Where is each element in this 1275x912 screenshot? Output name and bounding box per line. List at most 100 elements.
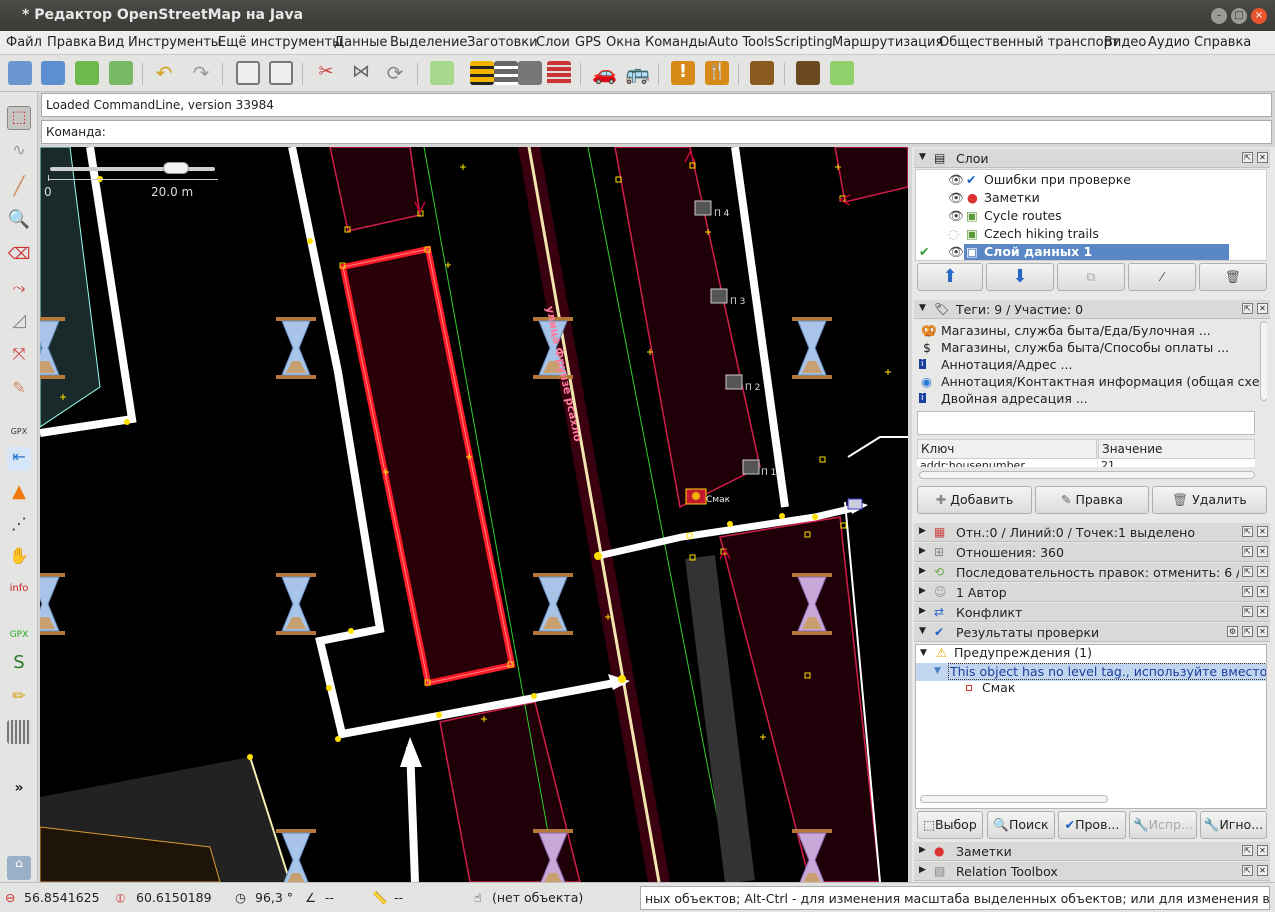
menu-selection[interactable]: Выделение (390, 35, 467, 50)
open-file-icon[interactable] (8, 61, 32, 85)
visible-eye-icon[interactable]: 👁 (948, 190, 964, 206)
more-tools-icon[interactable]: » (7, 780, 31, 804)
menu-public-transport[interactable]: Общественный транспорт (939, 35, 1119, 50)
close-panel-icon[interactable]: ✕ (1257, 566, 1268, 577)
menu-auto-tools[interactable]: Auto Tools (708, 35, 774, 50)
bus-preset-icon[interactable]: 🚌 (625, 61, 650, 85)
move-layer-up-button[interactable]: ⬆ (917, 263, 983, 291)
expand-icon[interactable]: ▶ (919, 865, 926, 875)
gpx-tool-icon[interactable]: GPX (7, 617, 31, 641)
menu-commands[interactable]: Команды (645, 35, 708, 50)
detach-icon[interactable]: ⇱ (1242, 546, 1253, 557)
improve-way-icon[interactable]: ⤳ (7, 278, 31, 302)
restaurant-preset-icon[interactable]: 🍴 (705, 61, 729, 85)
authors-panel-header[interactable]: ▶ ☺ 1 Автор ⇱ ✕ (914, 583, 1270, 602)
minimize-button[interactable]: – (1211, 8, 1227, 24)
menu-gps[interactable]: GPS (575, 35, 601, 50)
expand-icon[interactable]: ▶ (919, 566, 926, 576)
edit-tag-button[interactable]: ✎ Правка (1035, 486, 1149, 514)
detach-icon[interactable]: ⇱ (1242, 586, 1253, 597)
detach-icon[interactable]: ⇱ (1242, 526, 1253, 537)
preset-link[interactable]: i Аннотация/Адрес ... (915, 357, 1267, 375)
expand-icon[interactable]: ▶ (919, 546, 926, 556)
visible-eye-icon[interactable]: 👁 (948, 208, 964, 224)
split-way-icon[interactable]: ✂ (314, 61, 338, 85)
zoom-tool-icon[interactable]: 🔍 (7, 209, 31, 233)
validate-button[interactable]: ✔Пров... (1058, 811, 1126, 839)
conflict-panel-header[interactable]: ▶ ⇄ Конфликт ⇱ ✕ (914, 603, 1270, 622)
preset-link[interactable]: $ Магазины, служба быта/Способы оплаты ..… (915, 340, 1267, 358)
menu-routing[interactable]: Маршрутизация (832, 35, 943, 50)
close-button[interactable]: × (1251, 8, 1267, 24)
detach-icon[interactable]: ⇱ (1242, 152, 1253, 163)
expand-icon[interactable]: ▶ (919, 606, 926, 616)
building-tool-icon[interactable] (7, 720, 31, 744)
select-tool-icon[interactable]: ⬚ (7, 106, 31, 130)
layer-properties-button[interactable]: ⁄ (1128, 263, 1196, 291)
col-value[interactable]: Значение (1098, 439, 1255, 459)
collapse-icon[interactable]: ▼ (934, 666, 941, 676)
warning-object[interactable]: Смак (916, 680, 1266, 698)
ignore-button[interactable]: 🔧Игно... (1200, 811, 1267, 839)
warning-item[interactable]: ▼ This object has no level tag., использу… (916, 663, 1266, 681)
zoom-slider-handle[interactable] (163, 162, 189, 174)
layers-panel-header[interactable]: ▼ ▤ Слои ⇱ ✕ (914, 149, 1270, 168)
warning-preset-icon[interactable]: ! (671, 61, 695, 85)
menu-help[interactable]: Справка (1194, 35, 1251, 50)
horizontal-scrollbar[interactable] (919, 471, 1255, 479)
menu-audio[interactable]: Аудио (1148, 35, 1190, 50)
menu-windows[interactable]: Окна (606, 35, 641, 50)
close-panel-icon[interactable]: ✕ (1257, 626, 1268, 637)
preset-link[interactable]: ◉ Аннотация/Контактная информация (общая … (915, 374, 1267, 392)
search-button[interactable]: 🔍Поиск (987, 811, 1055, 839)
close-panel-icon[interactable]: ✕ (1257, 606, 1268, 617)
menu-edit[interactable]: Правка (47, 35, 96, 50)
close-panel-icon[interactable]: ✕ (1257, 303, 1268, 314)
detach-icon[interactable]: ⇱ (1242, 606, 1253, 617)
industrial-preset-icon[interactable] (796, 61, 820, 85)
pencil-tool-icon[interactable]: ✏ (7, 686, 31, 710)
pan-tool-icon[interactable]: ✋ (7, 546, 31, 570)
tag-key-cell[interactable]: addr:housenumber (917, 459, 1097, 467)
warnings-node[interactable]: ▼ ⚠ Предупреждения (1) (916, 645, 1266, 663)
add-tag-button[interactable]: ✚ Добавить (917, 486, 1032, 514)
layer-row[interactable]: 👁 ✔ Ошибки при проверке (916, 172, 1266, 190)
move-layer-down-button[interactable]: ⬇ (986, 263, 1054, 291)
close-panel-icon[interactable]: ✕ (1257, 865, 1268, 876)
detach-icon[interactable]: ⇱ (1242, 566, 1253, 577)
split-tool-icon[interactable]: ⋰ (7, 514, 31, 538)
expand-icon[interactable]: ▶ (919, 526, 926, 536)
merge-layers-button[interactable]: ⧉ (1057, 263, 1125, 291)
layer-row[interactable]: ◌ ▣ Czech hiking trails (916, 226, 1266, 244)
visible-eye-icon[interactable]: 👁 (948, 244, 964, 260)
minimap-toggle-icon[interactable]: ⌂ (7, 856, 31, 880)
reverse-way-icon[interactable]: ⟳ (383, 61, 407, 85)
menu-data[interactable]: Данные (334, 35, 387, 50)
vertical-scrollbar[interactable] (1260, 321, 1267, 401)
changeset-panel-header[interactable]: ▶ ⟲ Последовательность правок: отменить:… (914, 563, 1270, 582)
menu-scripting[interactable]: Scripting (775, 35, 833, 50)
preferences-icon[interactable] (269, 61, 293, 85)
save-icon[interactable] (75, 61, 99, 85)
undo-icon[interactable]: ↶ (152, 61, 176, 85)
fix-button[interactable]: 🔧Испр... (1129, 811, 1197, 839)
menu-file[interactable]: Файл (6, 35, 42, 50)
elevation-icon[interactable]: ▲ (7, 481, 31, 505)
parallel-way-icon[interactable]: ◿ (7, 310, 31, 334)
combine-way-icon[interactable]: ⋈ (349, 61, 373, 85)
menu-tools[interactable]: Инструменты (128, 35, 221, 50)
relation-toolbox-header[interactable]: ▶ ▧ Relation Toolbox ⇱ ✕ (914, 862, 1270, 881)
note-tool-icon[interactable]: ✎ (7, 378, 31, 402)
download-icon[interactable] (41, 61, 65, 85)
preset-link[interactable]: i Двойная адресация ... (915, 391, 1267, 409)
castle-preset-icon[interactable] (750, 61, 774, 85)
building-tools-icon[interactable] (830, 61, 854, 85)
collapse-icon[interactable]: ▼ (919, 626, 926, 636)
map-view[interactable]: улица Фрунзе рсахло П 4 П 3 П 2 П 1 Смак… (40, 147, 908, 882)
visible-eye-icon[interactable]: 👁 (948, 172, 964, 188)
draw-tool-icon[interactable]: ╱ (7, 176, 31, 200)
menu-view[interactable]: Вид (98, 35, 124, 50)
building-preset-icon[interactable] (547, 61, 571, 85)
collapse-icon[interactable]: ▼ (919, 303, 926, 313)
delete-tool-icon[interactable]: ⌫ (7, 244, 31, 268)
